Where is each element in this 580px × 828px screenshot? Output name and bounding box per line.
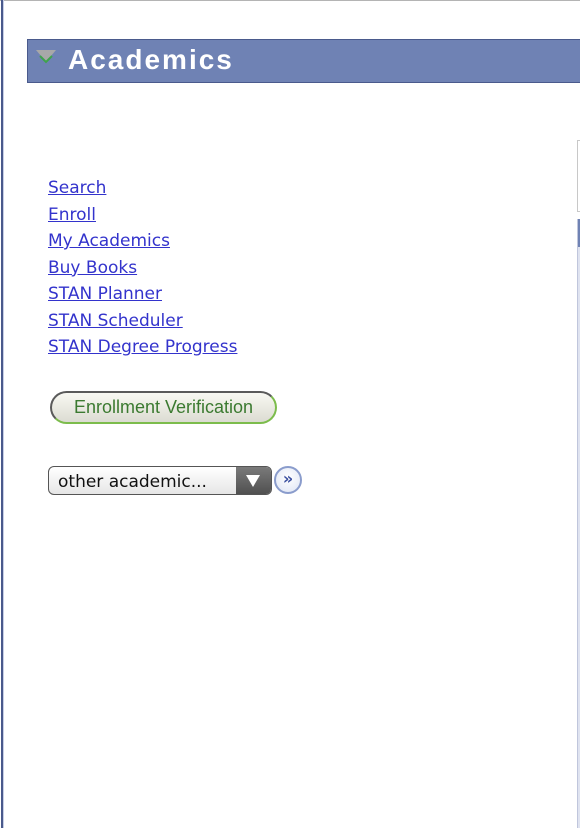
section-title: Academics [68,44,234,75]
link-stan-scheduler[interactable]: STAN Scheduler [48,308,237,335]
link-stan-planner[interactable]: STAN Planner [48,281,237,308]
select-value: other academic... [58,472,207,492]
other-academic-select[interactable]: other academic... [48,466,272,495]
collapse-triangle-icon[interactable] [35,49,57,65]
enrollment-verification-button[interactable]: Enrollment Verification [50,391,277,424]
top-divider [0,0,580,1]
link-stan-degree-progress[interactable]: STAN Degree Progress [48,334,237,361]
dropdown-arrow-icon[interactable] [236,467,271,494]
link-my-academics[interactable]: My Academics [48,228,237,255]
left-frame-highlight [3,0,4,828]
link-search[interactable]: Search [48,175,237,202]
academics-section-header: Academics [27,39,580,83]
link-enroll[interactable]: Enroll [48,202,237,229]
academics-links: Search Enroll My Academics Buy Books STA… [48,175,237,361]
link-buy-books[interactable]: Buy Books [48,255,237,282]
double-chevron-right-icon[interactable]: » [274,466,302,494]
